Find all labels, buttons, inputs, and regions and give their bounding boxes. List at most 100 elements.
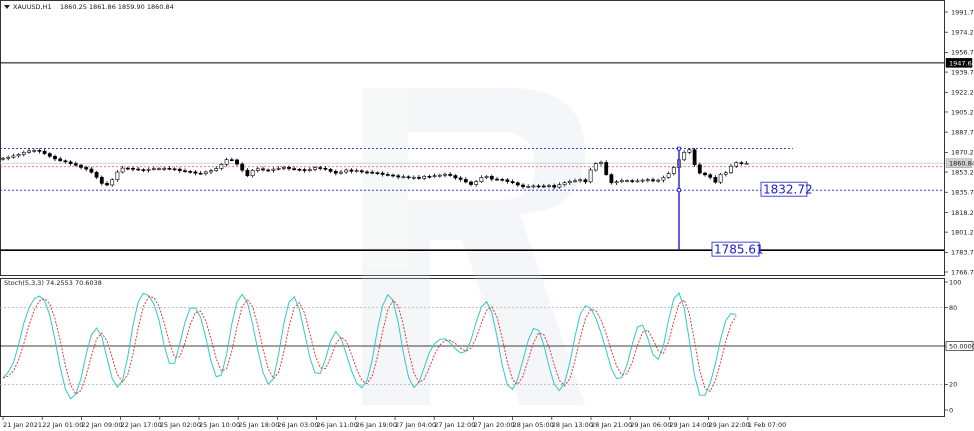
- candle-body: [47, 153, 52, 157]
- chart-container: XAUUSD,H1 1860.25 1861.86 1859.90 1860.8…: [0, 0, 974, 431]
- stoch-tick-label: 50.0000: [949, 342, 974, 350]
- candle-body: [609, 174, 614, 184]
- candle-body: [391, 174, 395, 177]
- candle-body: [593, 163, 598, 171]
- candle-body: [385, 174, 390, 176]
- candle-body: [276, 168, 281, 170]
- candle-body: [68, 161, 73, 164]
- candle-body: [443, 173, 447, 176]
- candle-body: [136, 168, 141, 171]
- candle-body: [661, 177, 666, 181]
- y-tick-label: 1835.70: [951, 189, 974, 197]
- candle: [604, 160, 609, 176]
- candle-body: [235, 159, 239, 165]
- candle-body: [396, 175, 401, 178]
- candle-body: [245, 169, 250, 177]
- candle-body: [63, 160, 68, 163]
- candle-body: [188, 171, 193, 173]
- y-tick-label: 1801.20: [951, 228, 974, 236]
- candle-body: [370, 171, 375, 174]
- candle-body: [474, 181, 479, 185]
- y-tick-label: 1766.70: [951, 268, 974, 276]
- candle-body: [427, 176, 432, 178]
- candle-body: [713, 177, 718, 183]
- candle-body: [541, 185, 546, 188]
- candle-body: [417, 176, 421, 179]
- candle-body: [453, 175, 458, 179]
- x-tick-label: 28 Jan 05:00: [513, 421, 554, 429]
- candle-body: [146, 168, 151, 171]
- candle-body: [224, 159, 229, 165]
- x-tick-label: 25 Jan 10:00: [199, 421, 240, 429]
- candle-body: [401, 176, 406, 179]
- candle-body: [625, 180, 629, 182]
- candle-body: [229, 159, 234, 161]
- x-tick-label: 29 Jan 06:00: [630, 421, 671, 429]
- annotation-1785-label: 1785.61: [714, 243, 764, 257]
- candle-body: [432, 175, 437, 178]
- candle-body: [27, 150, 31, 153]
- candle-body: [692, 149, 697, 166]
- candle-body: [53, 156, 57, 160]
- x-tick-label: 29 Jan 22:00: [709, 421, 750, 429]
- candle-body: [723, 172, 728, 175]
- candle: [609, 173, 614, 185]
- candle-body: [115, 171, 120, 180]
- candle-body: [463, 179, 468, 183]
- candle-body: [255, 168, 260, 171]
- candle-body: [266, 169, 271, 172]
- candle-body: [588, 169, 593, 183]
- candle-body: [666, 173, 671, 178]
- candle-body: [567, 180, 572, 183]
- candle-body: [209, 170, 213, 173]
- candle-body: [708, 174, 713, 178]
- candle-body: [744, 162, 749, 165]
- candle-body: [141, 169, 146, 171]
- candle-body: [198, 172, 203, 175]
- candle-body: [349, 169, 354, 172]
- candle-body: [131, 168, 135, 170]
- candle-body: [437, 174, 442, 177]
- candle: [588, 167, 593, 184]
- x-tick-label: 26 Jan 19:00: [356, 421, 397, 429]
- candle-body: [32, 150, 37, 152]
- candle-body: [515, 182, 520, 186]
- x-tick-label: 28 Jan 21:00: [591, 421, 632, 429]
- candle-body: [365, 171, 369, 174]
- x-tick-label: 26 Jan 03:00: [277, 421, 318, 429]
- stoch-tick-label: 100: [949, 278, 961, 286]
- candle-body: [354, 170, 359, 172]
- candle-body: [328, 169, 333, 172]
- candle-body: [125, 167, 130, 170]
- candle-body: [604, 162, 609, 175]
- candle-body: [219, 164, 224, 169]
- candle-body: [510, 181, 515, 184]
- range-handle-mid: [677, 188, 681, 193]
- candle-body: [656, 179, 661, 182]
- candle-body: [630, 180, 635, 182]
- candle-body: [193, 171, 198, 174]
- candle-body: [313, 167, 317, 170]
- x-tick-label: 28 Jan 13:00: [552, 421, 593, 429]
- candle-body: [250, 170, 255, 177]
- candle-body: [411, 176, 416, 179]
- candle-body: [79, 164, 83, 168]
- x-tick-label: 22 Jan 09:00: [81, 421, 122, 429]
- candle-body: [739, 162, 744, 164]
- candle-body: [505, 179, 510, 182]
- candle-body: [203, 171, 208, 174]
- candle-body: [500, 179, 505, 181]
- candle-body: [172, 168, 177, 171]
- candle-body: [84, 167, 89, 170]
- y-tick-label: 1870.20: [951, 149, 974, 157]
- candle-body: [6, 156, 11, 159]
- candle-body: [375, 172, 380, 175]
- candle-body: [557, 184, 562, 188]
- candle-body: [614, 181, 619, 184]
- candle-body: [214, 168, 219, 171]
- candle-body: [58, 158, 63, 162]
- candle-body: [333, 171, 338, 174]
- y-tick-label: 1956.70: [951, 49, 974, 57]
- stoch-tick-label: 80: [949, 304, 957, 312]
- x-tick-label: 22 Jan 01:00: [42, 421, 83, 429]
